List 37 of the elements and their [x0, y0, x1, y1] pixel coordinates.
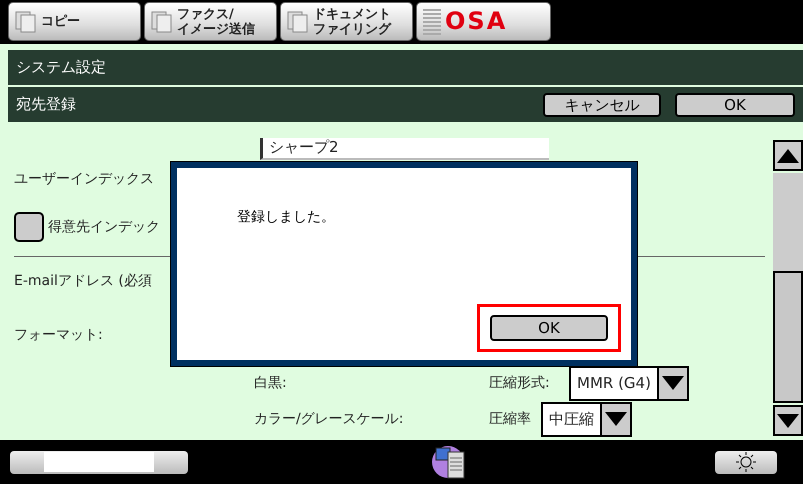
field-label: 圧縮形式: — [489, 374, 551, 392]
scroll-up-button[interactable] — [773, 140, 803, 171]
ok-button[interactable]: OK — [675, 92, 795, 116]
document-icon — [287, 10, 309, 32]
mode-tab[interactable]: ファクス/ イメージ送信 — [144, 2, 277, 41]
breadcrumb-title: システム設定 — [16, 58, 107, 77]
dialog-ok-button[interactable]: OK — [490, 315, 608, 341]
mode-tab[interactable]: コピー — [8, 2, 141, 41]
name-field[interactable]: シャープ2 — [260, 138, 549, 160]
stripes-icon — [423, 8, 441, 34]
document-icon — [15, 10, 37, 32]
status-button[interactable] — [10, 450, 188, 474]
osa-tab[interactable]: OSA — [416, 2, 551, 41]
brightness-button[interactable] — [715, 450, 777, 474]
dropdown[interactable]: MMR (G4) — [569, 366, 689, 400]
field-label: ユーザーインデックス — [14, 170, 154, 188]
down-arrow-icon — [605, 412, 627, 426]
blank-display-icon — [44, 452, 154, 472]
brightness-icon — [736, 452, 756, 472]
field-label: 圧縮率 — [489, 410, 532, 428]
field-label: 白黒: — [254, 374, 288, 392]
scroll-down-button[interactable] — [773, 405, 803, 436]
up-arrow-icon — [777, 148, 799, 162]
dropdown[interactable]: 中圧縮 — [541, 402, 632, 436]
field-label: カラー/グレースケール: — [254, 410, 404, 428]
down-arrow-icon — [777, 414, 799, 428]
mode-tab[interactable]: ドキュメント ファイリング — [280, 2, 413, 41]
scroll-thumb[interactable] — [773, 271, 803, 403]
cancel-button[interactable]: キャンセル — [543, 92, 661, 116]
checkbox-label: 得意先インデック — [48, 218, 160, 236]
field-label: フォーマット: — [14, 326, 103, 344]
dialog-message: 登録しました。 — [237, 208, 335, 226]
down-arrow-icon — [662, 376, 684, 390]
page-title: 宛先登録 — [16, 95, 77, 114]
field-label: E-mailアドレス (必須 — [14, 272, 152, 290]
checkbox[interactable] — [14, 212, 44, 242]
document-icon — [151, 10, 173, 32]
